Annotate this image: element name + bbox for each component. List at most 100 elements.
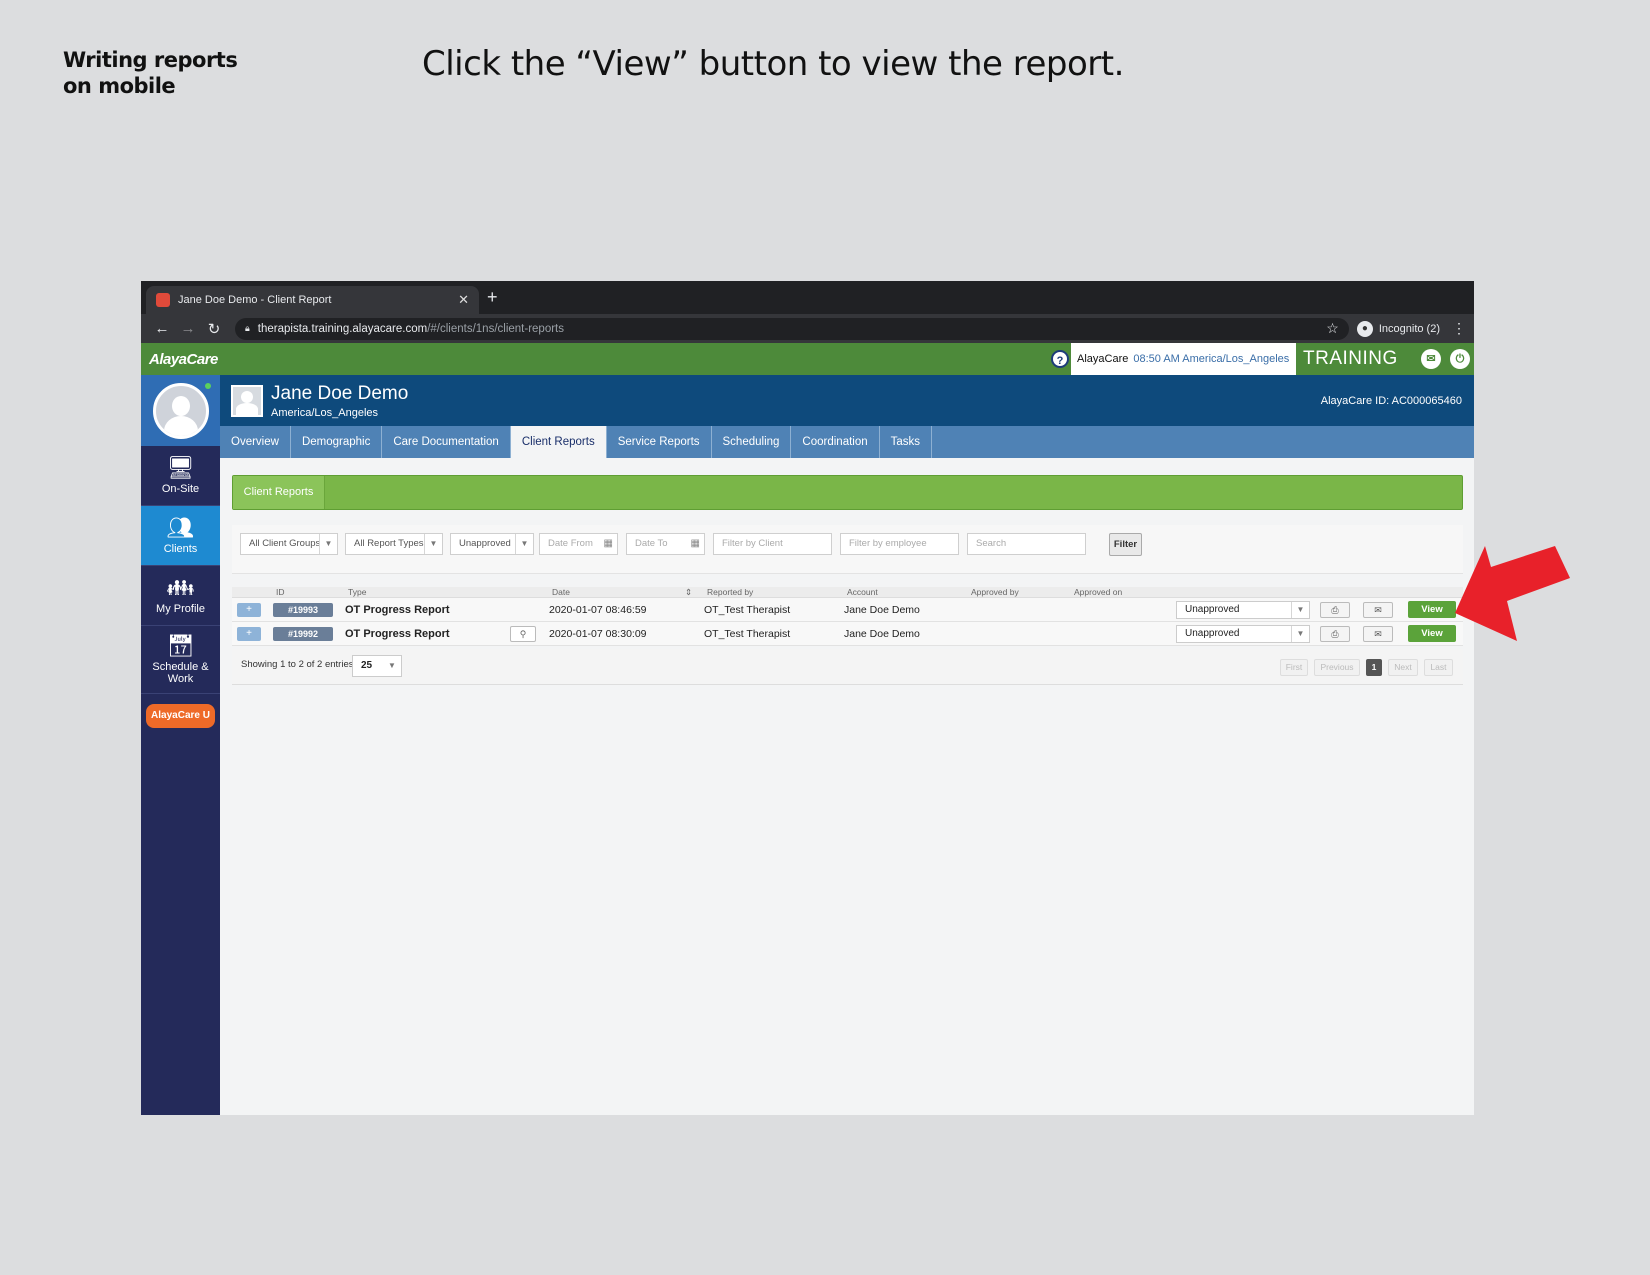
arrow-shape <box>1455 546 1570 641</box>
tab-demographic[interactable]: Demographic <box>291 426 383 458</box>
pdf-icon[interactable]: ⎙ <box>1320 602 1350 618</box>
client-nav-tabs: Overview Demographic Care Documentation … <box>220 426 1474 458</box>
header-approved-by[interactable]: Approved by <box>971 587 1019 598</box>
app-topbar: AlayaCare ? AlayaCare 08:50 AM America/L… <box>141 343 1474 375</box>
pager-current-page[interactable]: 1 <box>1366 659 1382 676</box>
tab-overview[interactable]: Overview <box>220 426 291 458</box>
header-id[interactable]: ID <box>276 587 285 598</box>
page-size-value: 25 <box>361 660 373 671</box>
browser-toolbar: ← → ↻ 🔒︎ therapista.training.alayacare.c… <box>141 314 1474 343</box>
report-id-badge[interactable]: #19993 <box>273 603 333 617</box>
page-size-select[interactable]: 25 ▼ <box>352 655 402 677</box>
entries-count: Showing 1 to 2 of 2 entries <box>241 659 354 670</box>
avatar <box>152 382 209 439</box>
report-date: 2020-01-07 08:30:09 <box>549 628 647 640</box>
environment-label: TRAINING <box>1303 348 1398 369</box>
chevron-down-icon: ▼ <box>515 534 533 554</box>
address-bar[interactable]: 🔒︎ therapista.training.alayacare.com /#/… <box>235 317 1349 340</box>
account: Jane Doe Demo <box>844 604 920 616</box>
chevron-down-icon: ▼ <box>424 534 442 554</box>
location-pin-icon[interactable]: ⚲ <box>510 626 536 642</box>
lock-icon: 🔒︎ <box>245 323 250 333</box>
close-tab-icon[interactable]: ✕ <box>458 292 469 308</box>
expand-row-button[interactable]: + <box>237 603 261 617</box>
approval-status-value: Unapproved <box>1185 604 1240 615</box>
reload-icon[interactable]: ↻ <box>201 320 227 338</box>
tab-tasks[interactable]: Tasks <box>880 426 933 458</box>
client-photo <box>231 385 263 417</box>
filter-employee-input[interactable]: Filter by employee <box>840 533 959 555</box>
sidebar-item-on-site[interactable]: 🖥︎ On-Site <box>141 446 220 506</box>
pager-last-button[interactable]: Last <box>1424 659 1453 676</box>
table-row: + #19993 OT Progress Report 2020-01-07 0… <box>232 598 1463 622</box>
browser-tab[interactable]: Jane Doe Demo - Client Report ✕ <box>146 286 479 314</box>
header-approved-on[interactable]: Approved on <box>1074 587 1122 598</box>
reports-table: ID Type Date ⇕ Reported by Account Appro… <box>232 587 1463 646</box>
people-icon: 👥︎ <box>166 514 195 540</box>
browser-window: Jane Doe Demo - Client Report ✕ + ← → ↻ … <box>141 281 1474 1115</box>
client-groups-select[interactable]: All Client Groups ▼ <box>240 533 338 555</box>
pager-next-button[interactable]: Next <box>1388 659 1418 676</box>
reported-by: OT_Test Therapist <box>704 628 791 640</box>
date-from-input[interactable]: Date From ▦ <box>539 533 618 555</box>
sidebar-item-schedule[interactable]: 📅︎ Schedule & Work <box>141 626 220 694</box>
view-button[interactable]: View <box>1408 625 1456 642</box>
browser-menu-icon[interactable]: ⋮ <box>1452 320 1466 337</box>
section-tab-client-reports[interactable]: Client Reports <box>233 476 325 509</box>
date-from-placeholder: Date From <box>548 538 593 549</box>
sort-icon[interactable]: ⇕ <box>685 587 692 598</box>
header-account[interactable]: Account <box>847 587 878 598</box>
sidebar: 🖥︎ On-Site 👥︎ Clients 👪︎ My Profile 📅︎ S… <box>141 375 220 1115</box>
view-button[interactable]: View <box>1408 601 1456 618</box>
incognito-icon: ● <box>1356 320 1373 337</box>
forward-arrow-icon[interactable]: → <box>175 320 201 337</box>
slide-instruction: Click the “View” button to view the repo… <box>422 44 1124 84</box>
pager-previous-button[interactable]: Previous <box>1314 659 1360 676</box>
back-arrow-icon[interactable]: ← <box>149 320 175 337</box>
tab-coordination[interactable]: Coordination <box>791 426 880 458</box>
filter-button[interactable]: Filter <box>1109 533 1142 556</box>
sidebar-item-my-profile[interactable]: 👪︎ My Profile <box>141 566 220 626</box>
calendar-icon[interactable]: ▦ <box>604 534 613 554</box>
table-footer: Showing 1 to 2 of 2 entries 25 ▼ First P… <box>232 649 1463 685</box>
calendar-icon[interactable]: ▦ <box>691 534 700 554</box>
bookmark-star-icon[interactable]: ☆ <box>1326 320 1339 337</box>
header-reported-by[interactable]: Reported by <box>707 587 753 598</box>
tab-scheduling[interactable]: Scheduling <box>712 426 792 458</box>
filter-client-input[interactable]: Filter by Client <box>713 533 832 555</box>
report-types-select[interactable]: All Report Types ▼ <box>345 533 443 555</box>
help-icon[interactable]: ? <box>1051 350 1069 368</box>
url-path: /#/clients/1ns/client-reports <box>427 322 564 335</box>
expand-row-button[interactable]: + <box>237 627 261 641</box>
new-tab-icon[interactable]: + <box>487 287 498 308</box>
online-status-dot <box>205 383 211 389</box>
tab-service-reports[interactable]: Service Reports <box>607 426 712 458</box>
sidebar-item-clients[interactable]: 👥︎ Clients <box>141 506 220 566</box>
status-filter-select[interactable]: Unapproved ▼ <box>450 533 534 555</box>
alayacare-logo[interactable]: AlayaCare <box>141 351 221 368</box>
user-avatar-area[interactable] <box>141 375 220 446</box>
approval-status-select[interactable]: Unapproved ▼ <box>1176 601 1310 619</box>
logout-icon[interactable]: ⏻ <box>1450 349 1470 369</box>
header-type[interactable]: Type <box>348 587 366 598</box>
table-row: + #19992 OT Progress Report ⚲ 2020-01-07… <box>232 622 1463 646</box>
mail-icon[interactable]: ✉ <box>1421 349 1441 369</box>
approval-status-select[interactable]: Unapproved ▼ <box>1176 625 1310 643</box>
pdf-icon[interactable]: ⎙ <box>1320 626 1350 642</box>
slide-section-line1: Writing reports <box>63 48 238 72</box>
incognito-label: Incognito (2) <box>1378 322 1440 335</box>
search-input[interactable]: Search <box>967 533 1086 555</box>
email-icon[interactable]: ✉ <box>1363 626 1393 642</box>
tab-care-documentation[interactable]: Care Documentation <box>382 426 511 458</box>
pager-first-button[interactable]: First <box>1280 659 1308 676</box>
client-id: AlayaCare ID: AC000065460 <box>1320 395 1462 407</box>
filter-panel: All Client Groups ▼ All Report Types ▼ U… <box>232 525 1463 574</box>
sidebar-item-label: My Profile <box>156 602 205 615</box>
tab-client-reports[interactable]: Client Reports <box>510 426 607 458</box>
date-to-input[interactable]: Date To ▦ <box>626 533 705 555</box>
email-icon[interactable]: ✉ <box>1363 602 1393 618</box>
header-date[interactable]: Date <box>552 587 570 598</box>
report-id-badge[interactable]: #19992 <box>273 627 333 641</box>
incognito-indicator[interactable]: ● Incognito (2) <box>1356 320 1440 337</box>
alayacare-u-button[interactable]: AlayaCare U <box>146 704 215 728</box>
